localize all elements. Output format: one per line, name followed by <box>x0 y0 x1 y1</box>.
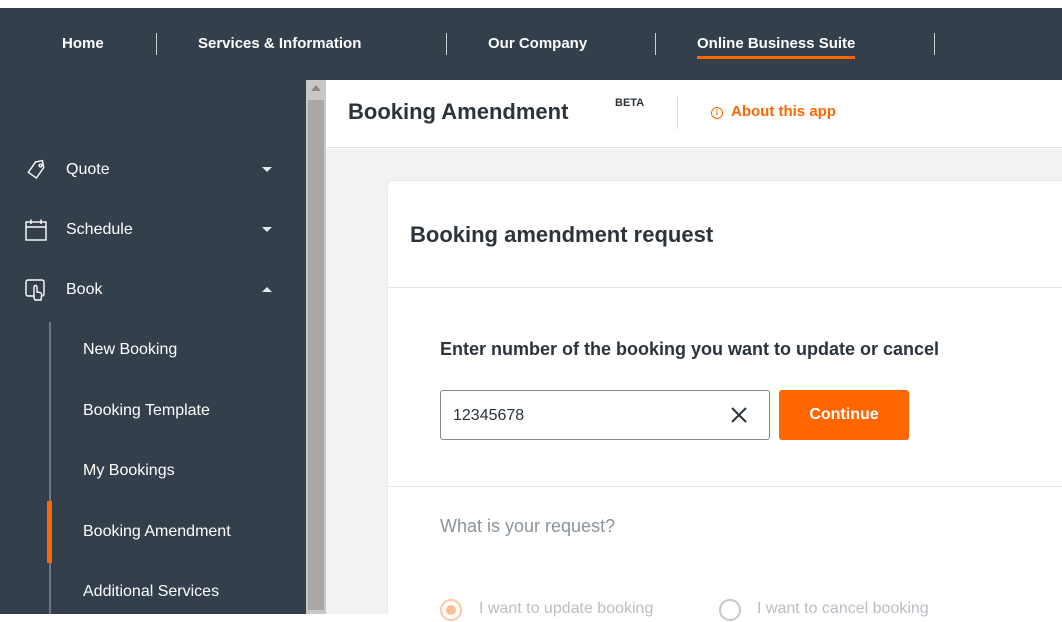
sidebar-item-label: Quote <box>66 161 110 178</box>
sidebar-item-label: Book <box>66 281 103 298</box>
info-icon: i <box>711 107 723 119</box>
sidebar-subitem-additional-services[interactable]: Additional Services <box>83 562 219 622</box>
tag-icon <box>27 159 45 180</box>
card-title: Booking amendment request <box>410 222 714 247</box>
nav-separator <box>934 33 935 55</box>
nav-separator <box>446 33 447 55</box>
update-booking-radio[interactable] <box>440 599 462 621</box>
top-navigation: Home Services & Information Our Company … <box>0 8 1062 80</box>
header-separator <box>677 97 678 129</box>
sidebar-subitem-my-bookings[interactable]: My Bookings <box>83 441 175 501</box>
chevron-down-icon <box>262 227 272 232</box>
about-app-label: About this app <box>731 103 836 120</box>
nav-separator <box>655 33 656 55</box>
about-app-link[interactable]: i About this app <box>711 103 836 120</box>
nav-home[interactable]: Home <box>62 8 104 80</box>
update-booking-label[interactable]: I want to update booking <box>479 600 653 618</box>
booking-number-prompt: Enter number of the booking you want to … <box>440 339 940 359</box>
sidebar-subitem-booking-amendment[interactable]: Booking Amendment <box>83 502 231 562</box>
cancel-booking-radio[interactable] <box>719 599 741 621</box>
divider <box>388 486 1062 487</box>
chevron-up-icon <box>262 287 272 292</box>
chevron-down-icon <box>262 167 272 172</box>
booking-number-field[interactable] <box>440 390 770 440</box>
sidebar-item-book[interactable]: Book <box>0 260 306 320</box>
booking-amendment-card: Booking amendment request Enter number o… <box>387 180 1062 621</box>
continue-button[interactable]: Continue <box>779 390 909 440</box>
page-title: Booking Amendment <box>348 99 569 124</box>
sidebar-scrollbar[interactable] <box>306 80 326 614</box>
sidebar-subitem-booking-template[interactable]: Booking Template <box>83 381 210 441</box>
sidebar-item-schedule[interactable]: Schedule <box>0 200 306 260</box>
active-nav-underline <box>697 56 856 59</box>
sidebar-item-label: Schedule <box>66 221 133 238</box>
cancel-booking-label[interactable]: I want to cancel booking <box>757 600 929 618</box>
request-question: What is your request? <box>440 516 616 536</box>
divider <box>388 287 1062 288</box>
nav-online-business-suite[interactable]: Online Business Suite <box>697 8 856 80</box>
active-item-indicator <box>47 501 52 563</box>
nav-our-company[interactable]: Our Company <box>488 8 587 80</box>
scroll-up-arrow-icon[interactable] <box>311 85 321 91</box>
sidebar: Quote Schedule Book New Booking Booking … <box>0 80 306 614</box>
beta-badge: BETA <box>615 97 645 109</box>
hand-pointer-icon <box>25 279 45 301</box>
sidebar-item-quote[interactable]: Quote <box>0 140 306 200</box>
top-strip <box>0 0 1062 8</box>
calendar-icon <box>25 219 47 241</box>
scrollbar-thumb[interactable] <box>308 100 324 610</box>
booking-number-input[interactable] <box>453 403 713 429</box>
nav-separator <box>156 33 157 55</box>
app-header: Booking Amendment BETA i About this app <box>326 80 1062 148</box>
tree-line <box>49 322 51 614</box>
sidebar-subitem-new-booking[interactable]: New Booking <box>83 320 177 380</box>
nav-services-information[interactable]: Services & Information <box>198 8 361 80</box>
clear-icon[interactable] <box>726 402 752 428</box>
